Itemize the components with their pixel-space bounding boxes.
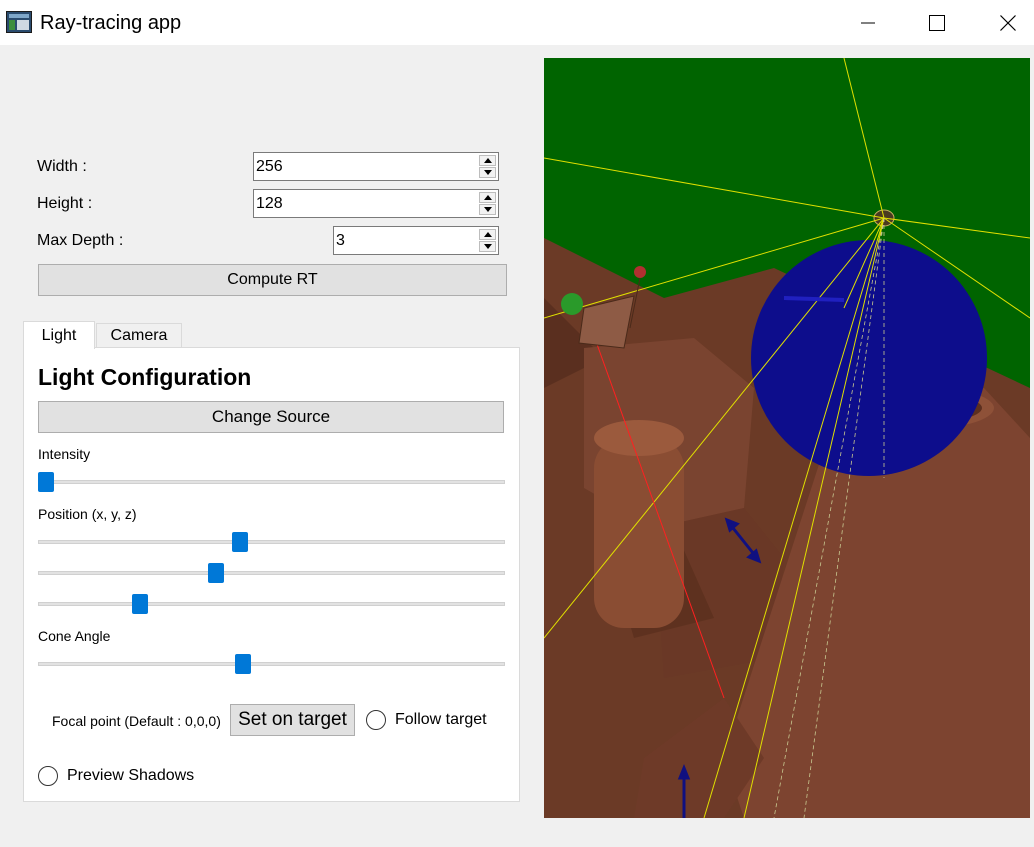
maximize-button[interactable]	[914, 0, 960, 45]
app-icon	[6, 11, 32, 33]
chevron-down-icon	[483, 207, 492, 212]
follow-target-radio[interactable]	[366, 710, 386, 730]
cone-angle-slider-groove	[38, 662, 505, 666]
position-label: Position (x, y, z)	[38, 506, 137, 522]
position-x-slider[interactable]	[38, 532, 505, 552]
tab-camera[interactable]: Camera	[96, 323, 182, 347]
focal-point-label: Focal point (Default : 0,0,0)	[52, 713, 221, 729]
max-depth-spinbox[interactable]	[333, 226, 499, 255]
close-icon	[1000, 14, 1016, 31]
minimize-button[interactable]	[845, 0, 891, 45]
chevron-up-icon	[483, 232, 492, 237]
maximize-icon	[929, 14, 945, 31]
chevron-up-icon	[483, 195, 492, 200]
chevron-down-icon	[483, 244, 492, 249]
render-viewport[interactable]	[544, 58, 1030, 818]
position-y-slider-handle[interactable]	[208, 563, 225, 583]
chevron-up-icon	[483, 158, 492, 163]
chevron-down-icon	[483, 170, 492, 175]
position-y-slider[interactable]	[38, 563, 505, 583]
window-title: Ray-tracing app	[40, 12, 182, 34]
max-depth-increment-button[interactable]	[479, 229, 496, 240]
intensity-label: Intensity	[38, 446, 91, 462]
height-decrement-button[interactable]	[479, 204, 496, 215]
scene-render	[544, 58, 1030, 818]
width-increment-button[interactable]	[479, 155, 496, 166]
follow-target-label: Follow target	[395, 711, 487, 728]
position-z-slider-groove	[38, 602, 505, 606]
change-source-button[interactable]: Change Source	[38, 401, 504, 433]
title-bar: Ray-tracing app	[0, 0, 1034, 45]
preview-shadows-radio[interactable]	[38, 766, 58, 786]
cone-angle-slider[interactable]	[38, 654, 505, 674]
height-input[interactable]	[254, 190, 476, 217]
position-x-slider-groove	[38, 540, 505, 544]
intensity-slider-groove	[38, 480, 505, 484]
intensity-slider[interactable]	[38, 472, 505, 492]
light-config-heading: Light Configuration	[38, 364, 252, 390]
intensity-slider-handle[interactable]	[38, 472, 54, 492]
position-x-slider-handle[interactable]	[231, 532, 248, 552]
cone-angle-label: Cone Angle	[38, 628, 111, 644]
width-label: Width :	[37, 158, 87, 175]
width-input[interactable]	[254, 153, 476, 180]
position-z-slider-handle[interactable]	[131, 594, 148, 614]
height-increment-button[interactable]	[479, 192, 496, 203]
max-depth-label: Max Depth :	[37, 232, 124, 249]
tab-light[interactable]: Light	[23, 321, 95, 349]
height-spinbox[interactable]	[253, 189, 499, 218]
width-decrement-button[interactable]	[479, 167, 496, 178]
max-depth-decrement-button[interactable]	[479, 241, 496, 252]
height-label: Height :	[37, 195, 93, 212]
max-depth-input[interactable]	[334, 227, 476, 254]
width-spinbox[interactable]	[253, 152, 499, 181]
set-on-target-button[interactable]: Set on target	[230, 704, 355, 736]
position-y-slider-groove	[38, 571, 505, 575]
preview-shadows-label: Preview Shadows	[67, 767, 195, 784]
position-z-slider[interactable]	[38, 594, 505, 614]
minimize-icon	[861, 22, 875, 23]
cone-angle-slider-handle[interactable]	[235, 654, 252, 674]
close-button[interactable]	[985, 0, 1031, 45]
compute-rt-button[interactable]: Compute RT	[38, 264, 507, 296]
